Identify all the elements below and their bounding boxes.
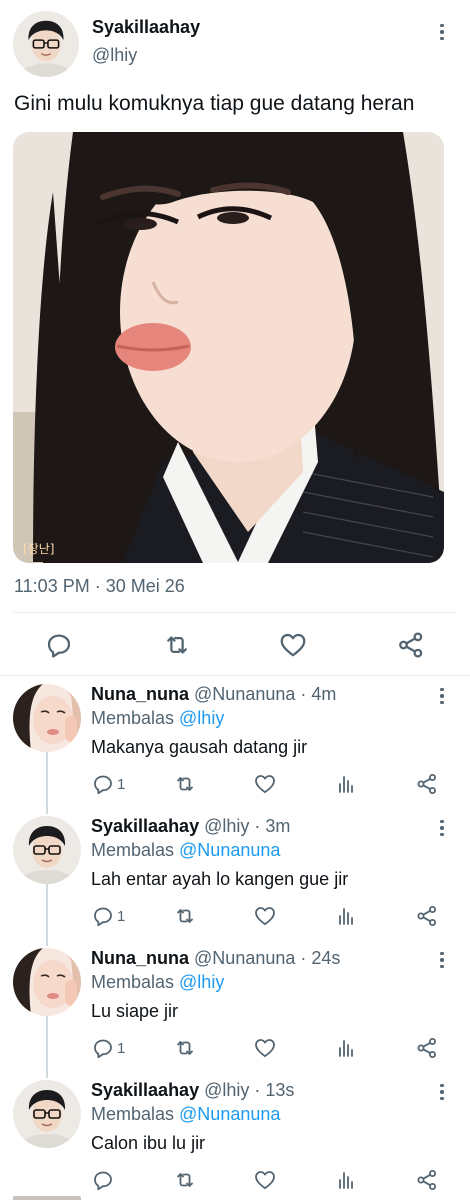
share-icon [415,1168,439,1192]
reply-avatar[interactable] [13,816,81,884]
reply-header: Nuna_nuna @Nunanuna · 24s [91,948,340,969]
reply-header: Nuna_nuna @Nunanuna · 4m [91,684,336,705]
like-button[interactable] [253,1168,277,1192]
reply-header: Syakillaahay @lhiy · 3m [91,816,290,837]
retweet-button[interactable] [173,1168,197,1192]
replying-to: Membalas @lhiy [91,972,224,993]
replying-to-link[interactable]: @lhiy [179,708,224,728]
replying-to: Membalas @lhiy [91,708,224,729]
retweet-icon [173,904,197,928]
heart-icon [253,904,277,928]
reply-icon [91,1036,115,1060]
tweet-photo[interactable]: [장난] [13,132,444,563]
reply-header: Syakillaahay @lhiy · 13s [91,1080,294,1101]
replying-prefix: Membalas [91,708,180,728]
more-icon[interactable] [432,818,452,838]
reply-button[interactable]: 1 [91,1036,125,1060]
reply-button[interactable] [91,1168,117,1192]
retweet-button[interactable] [173,772,197,796]
reply-text: Lu siape jir [91,1001,179,1021]
analytics-button[interactable] [334,904,358,928]
reply-text: Calon ibu lu jir [91,1133,206,1153]
reply-count: 1 [117,907,126,925]
reply-avatar[interactable] [13,948,81,1016]
share-icon [415,772,439,796]
reply-author-name[interactable]: Nuna_nuna [91,948,189,968]
share-icon[interactable] [396,630,426,660]
replying-to: Membalas @Nunanuna [91,840,280,861]
more-icon[interactable] [432,22,452,42]
reply-icon[interactable] [44,630,74,660]
reply-avatar[interactable] [13,1080,81,1148]
share-button[interactable] [415,1168,439,1192]
reply-icon [91,1168,115,1192]
retweet-icon [173,1168,197,1192]
heart-icon [253,1168,277,1192]
photo-image [13,132,444,563]
retweet-icon [173,772,197,796]
divider [14,612,456,613]
reply-text: Makanya gausah datang jir [91,737,308,757]
analytics-button[interactable] [334,1168,358,1192]
like-button[interactable] [253,904,277,928]
like-button[interactable] [253,772,277,796]
analytics-icon [334,1168,358,1192]
tweet-text: Gini mulu komuknya tiap gue datang heran [14,92,415,115]
reply-author-name[interactable]: Syakillaahay [91,816,199,836]
replying-prefix: Membalas [91,972,180,992]
share-icon [415,1036,439,1060]
reply-icon [91,904,115,928]
analytics-icon [334,772,358,796]
reply-author-name[interactable]: Nuna_nuna [91,684,189,704]
heart-icon[interactable] [278,630,308,660]
author-name[interactable]: Syakillaahay [92,17,200,38]
share-icon [415,904,439,928]
heart-icon [253,1036,277,1060]
replying-prefix: Membalas [91,840,180,860]
share-button[interactable] [415,1036,439,1060]
more-icon[interactable] [432,1082,452,1102]
analytics-button[interactable] [334,1036,358,1060]
like-button[interactable] [253,1036,277,1060]
reply-meta: @lhiy · 3m [204,816,291,836]
reply-meta: @Nunanuna · 4m [194,684,337,704]
share-button[interactable] [415,772,439,796]
analytics-icon [334,1036,358,1060]
analytics-button[interactable] [334,772,358,796]
reply-tweet[interactable]: Syakillaahay @lhiy · 3m Membalas @Nunanu… [0,808,470,940]
author-handle[interactable]: @lhiy [92,45,137,66]
replying-prefix: Membalas [91,1104,180,1124]
retweet-icon [173,1036,197,1060]
reply-meta: @Nunanuna · 24s [194,948,341,968]
reply-icon [91,772,115,796]
retweet-button[interactable] [173,904,197,928]
replying-to-link[interactable]: @Nunanuna [179,1104,280,1124]
reply-author-name[interactable]: Syakillaahay [91,1080,199,1100]
more-icon[interactable] [432,686,452,706]
share-button[interactable] [415,904,439,928]
more-icon[interactable] [432,950,452,970]
retweet-icon[interactable] [162,630,192,660]
reply-tweet[interactable]: Syakillaahay @lhiy · 13s Membalas @Nunan… [0,1072,470,1200]
next-reply-avatar[interactable] [13,1196,81,1200]
replying-to-link[interactable]: @Nunanuna [179,840,280,860]
tweet-actions [0,626,470,662]
reply-button[interactable]: 1 [91,904,125,928]
reply-tweet[interactable]: Nuna_nuna @Nunanuna · 4m Membalas @lhiy … [0,676,470,808]
reply-text: Lah entar ayah lo kangen gue jir [91,869,349,889]
reply-count: 1 [117,1039,126,1057]
photo-caption-tag: [장난] [23,542,55,556]
author-avatar[interactable] [13,11,79,77]
retweet-button[interactable] [173,1036,197,1060]
analytics-icon [334,904,358,928]
reply-avatar[interactable] [13,684,81,752]
reply-button[interactable]: 1 [91,772,125,796]
reply-meta: @lhiy · 13s [204,1080,295,1100]
reply-tweet[interactable]: Nuna_nuna @Nunanuna · 24s Membalas @lhiy… [0,940,470,1072]
tweet-timestamp[interactable]: 11:03 PM · 30 Mei 26 [14,576,185,597]
heart-icon [253,772,277,796]
replying-to: Membalas @Nunanuna [91,1104,280,1125]
replying-to-link[interactable]: @lhiy [179,972,224,992]
reply-count: 1 [117,775,126,793]
